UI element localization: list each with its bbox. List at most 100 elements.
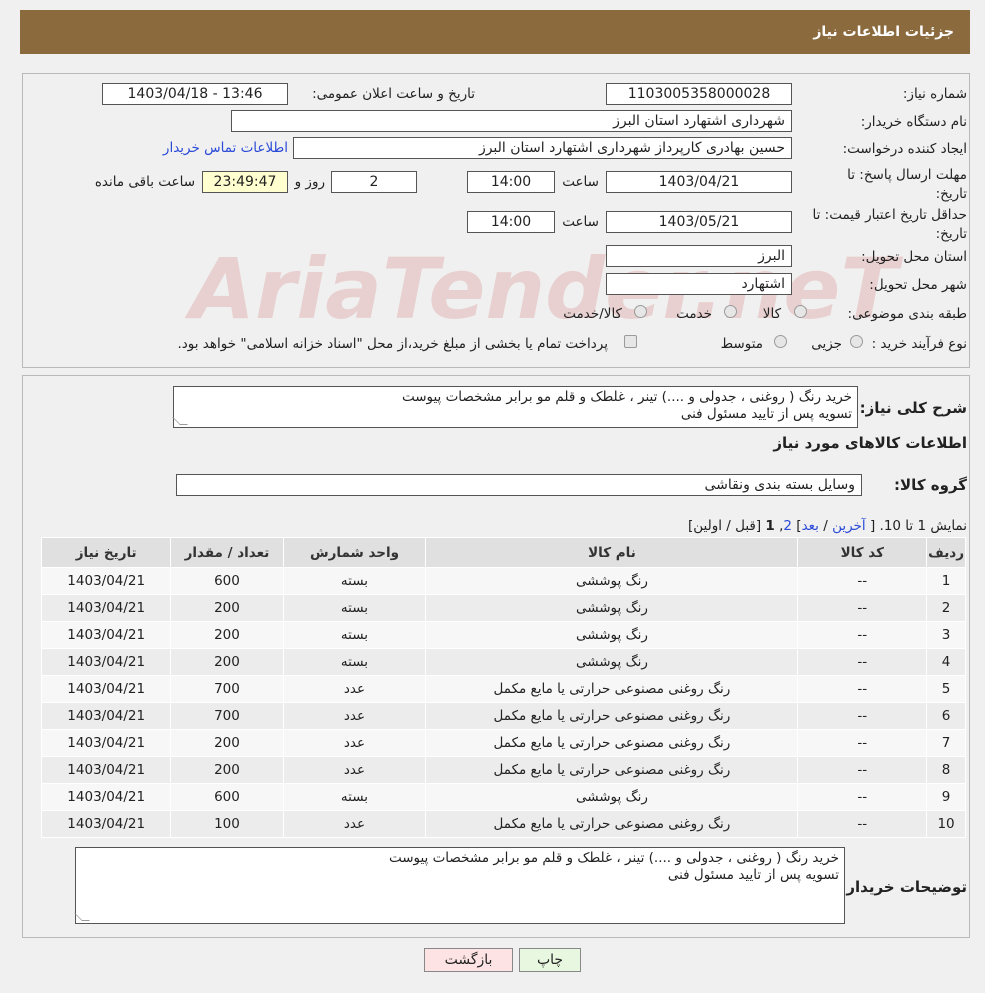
cell-quantity: 200 — [170, 594, 284, 622]
table-row: 8 -- رنگ روغنی مصنوعی حرارتی یا مایع مکمل ع… — [40, 756, 966, 784]
process-radio-medium[interactable] — [774, 335, 787, 348]
cell-row-number: 5 — [926, 675, 966, 703]
cell-row-number: 9 — [926, 783, 966, 811]
cell-quantity: 200 — [170, 648, 284, 676]
category-radio-service[interactable] — [724, 305, 737, 318]
province-label: استان محل تحویل: — [861, 249, 967, 265]
city-field: اشتهارد — [606, 273, 792, 295]
cell-code: -- — [797, 675, 928, 703]
cell-unit: بسته — [282, 783, 427, 811]
cell-quantity: 200 — [170, 621, 284, 649]
cell-need-date: 1403/04/21 — [40, 783, 172, 811]
cell-code: -- — [797, 594, 928, 622]
back-button[interactable]: بازگشت — [424, 948, 513, 972]
table-row: 2 -- رنگ پوششی بسته 200 1403/04/21 — [40, 594, 966, 622]
cell-quantity: 700 — [170, 702, 284, 730]
pager-next-link[interactable]: بعد — [802, 518, 819, 534]
group-label: گروه کالا: — [894, 476, 967, 494]
buyer-notes-textarea[interactable]: خرید رنگ ( روغنی ، جدولی و ....) تینر ، … — [74, 847, 845, 924]
cell-unit: بسته — [282, 567, 427, 595]
cell-name: رنگ روغنی مصنوعی حرارتی یا مایع مکمل — [425, 810, 799, 838]
goods-group-field: وسایل بسته بندی ونقاشی — [176, 474, 862, 496]
cell-name: رنگ روغنی مصنوعی حرارتی یا مایع مکمل — [425, 702, 799, 730]
cell-code: -- — [797, 810, 928, 838]
cell-unit: بسته — [282, 621, 427, 649]
table-row: 10 -- رنگ روغنی مصنوعی حرارتی یا مایع مکمل… — [40, 810, 966, 838]
cell-quantity: 600 — [170, 783, 284, 811]
treasury-note: پرداخت تمام یا بخشی از مبلغ خرید،از محل … — [177, 336, 608, 352]
category-option-goods-service: کالا/خدمت — [563, 306, 622, 322]
page-header: جزئیات اطلاعات نیاز — [20, 10, 970, 54]
col-header-name: نام کالا — [425, 537, 799, 568]
cell-row-number: 8 — [926, 756, 966, 784]
cell-name: رنگ پوششی — [425, 567, 799, 595]
cell-quantity: 700 — [170, 675, 284, 703]
summary-textarea[interactable]: خرید رنگ ( روغنی ، جدولی و ....) تینر ، … — [172, 386, 858, 428]
table-row: 3 -- رنگ پوششی بسته 200 1403/04/21 — [40, 621, 966, 649]
cell-unit: عدد — [282, 810, 427, 838]
col-header-unit: واحد شمارش — [282, 537, 427, 568]
print-button[interactable]: چاپ — [519, 948, 581, 972]
cell-code: -- — [797, 648, 928, 676]
table-row: 9 -- رنگ پوششی بسته 600 1403/04/21 — [40, 783, 966, 811]
resize-grip-icon[interactable] — [74, 913, 90, 921]
cell-name: رنگ روغنی مصنوعی حرارتی یا مایع مکمل — [425, 675, 799, 703]
pager-page-1: 1 — [765, 518, 775, 534]
cell-quantity: 600 — [170, 567, 284, 595]
process-radio-minor[interactable] — [850, 335, 863, 348]
cell-name: رنگ پوششی — [425, 621, 799, 649]
table-row: 6 -- رنگ روغنی مصنوعی حرارتی یا مایع مکمل ع… — [40, 702, 966, 730]
deadline-date-field: 1403/04/21 — [606, 171, 792, 193]
cell-need-date: 1403/04/21 — [40, 675, 172, 703]
requester-label: ایجاد کننده درخواست: — [842, 141, 967, 157]
province-field: البرز — [606, 245, 792, 267]
validity-date-field: 1403/05/21 — [606, 211, 792, 233]
cell-code: -- — [797, 756, 928, 784]
cell-need-date: 1403/04/21 — [40, 810, 172, 838]
table-row: 1 -- رنگ پوششی بسته 600 1403/04/21 — [40, 567, 966, 595]
city-label: شهر محل تحویل: — [869, 277, 967, 293]
need-number-label: شماره نیاز: — [902, 86, 967, 102]
items-table: ردیف کد کالا نام کالا واحد شمارش تعداد /… — [40, 537, 966, 838]
buyer-org-label: نام دستگاه خریدار: — [860, 114, 967, 130]
buyer-org-field: شهرداری اشتهارد استان البرز — [231, 110, 792, 132]
goods-info-title: اطلاعات کالاهای مورد نیاز — [773, 434, 967, 452]
process-option-medium: متوسط — [720, 336, 763, 352]
treasury-checkbox[interactable] — [624, 335, 637, 348]
col-header-need-date: تاریخ نیاز — [40, 537, 172, 568]
items-table-body: 1 -- رنگ پوششی بسته 600 1403/04/21 2 -- رنگ پوشش… — [40, 567, 966, 838]
col-header-quantity: تعداد / مقدار — [170, 537, 284, 568]
category-radio-goods-service[interactable] — [634, 305, 647, 318]
remaining-time-field: 23:49:47 — [202, 171, 288, 193]
category-option-service: خدمت — [676, 306, 712, 322]
cell-quantity: 200 — [170, 729, 284, 757]
cell-code: -- — [797, 729, 928, 757]
validity-time-field: 14:00 — [467, 211, 555, 233]
pager-page-2[interactable]: 2 — [783, 518, 792, 534]
pager-last-link[interactable]: آخرین — [832, 518, 866, 534]
cell-code: -- — [797, 567, 928, 595]
remaining-label: ساعت باقی مانده — [94, 174, 195, 190]
cell-unit: عدد — [282, 729, 427, 757]
cell-row-number: 7 — [926, 729, 966, 757]
deadline-time-field: 14:00 — [467, 171, 555, 193]
cell-need-date: 1403/04/21 — [40, 729, 172, 757]
buyer-contact-link[interactable]: اطلاعات تماس خریدار — [163, 140, 288, 156]
category-radio-goods[interactable] — [794, 305, 807, 318]
cell-need-date: 1403/04/21 — [40, 621, 172, 649]
validity-label: حداقل تاریخ اعتبار قیمت: تا تاریخ: — [812, 207, 967, 242]
cell-row-number: 3 — [926, 621, 966, 649]
col-header-code: کد کالا — [797, 537, 928, 568]
table-row: 5 -- رنگ روغنی مصنوعی حرارتی یا مایع مکمل ع… — [40, 675, 966, 703]
cell-row-number: 2 — [926, 594, 966, 622]
announce-field: 1403/04/18 - 13:46 — [102, 83, 288, 105]
cell-quantity: 100 — [170, 810, 284, 838]
cell-need-date: 1403/04/21 — [40, 756, 172, 784]
announce-label: تاریخ و ساعت اعلان عمومی: — [312, 86, 475, 102]
resize-grip-icon[interactable] — [172, 417, 188, 425]
validity-time-label: ساعت — [562, 214, 599, 230]
cell-need-date: 1403/04/21 — [40, 594, 172, 622]
cell-row-number: 1 — [926, 567, 966, 595]
requester-field: حسین بهادری کارپرداز شهرداری اشتهارد است… — [293, 137, 792, 159]
cell-name: رنگ پوششی — [425, 594, 799, 622]
